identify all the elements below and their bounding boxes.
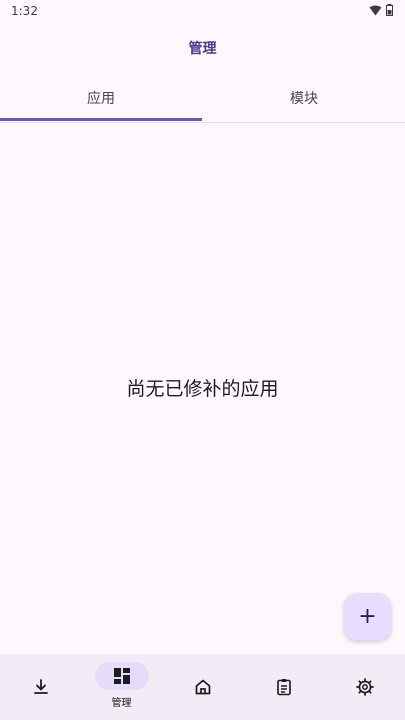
dashboard-icon (113, 668, 130, 684)
status-icons (369, 4, 393, 16)
tab-modules[interactable]: 模块 (203, 80, 405, 120)
nav-item-logs[interactable] (243, 654, 324, 720)
tab-modules-label: 模块 (290, 91, 318, 107)
tab-bar: 应用 模块 (0, 80, 405, 123)
nav-item-settings[interactable] (324, 654, 405, 720)
clipboard-icon (276, 679, 291, 696)
battery-icon (386, 4, 393, 16)
tab-apps[interactable]: 应用 (0, 80, 202, 120)
bottom-nav: 管理 (0, 654, 405, 720)
empty-state-text: 尚无已修补的应用 (126, 378, 279, 400)
plus-icon: + (358, 603, 377, 629)
tab-apps-label: 应用 (87, 91, 115, 107)
add-fab-button[interactable]: + (344, 593, 391, 640)
nav-label-manage: 管理 (111, 698, 132, 709)
nav-item-manage[interactable]: 管理 (81, 654, 162, 720)
wifi-icon (369, 5, 382, 15)
nav-item-home[interactable] (162, 654, 243, 720)
page-title: 管理 (188, 41, 217, 57)
nav-item-download[interactable] (0, 654, 81, 720)
settings-icon (355, 678, 374, 696)
download-icon (33, 679, 48, 694)
tab-indicator (0, 118, 202, 121)
status-bar: 1:32 (0, 0, 405, 22)
status-time: 1:32 (11, 4, 38, 18)
home-icon (195, 679, 210, 695)
